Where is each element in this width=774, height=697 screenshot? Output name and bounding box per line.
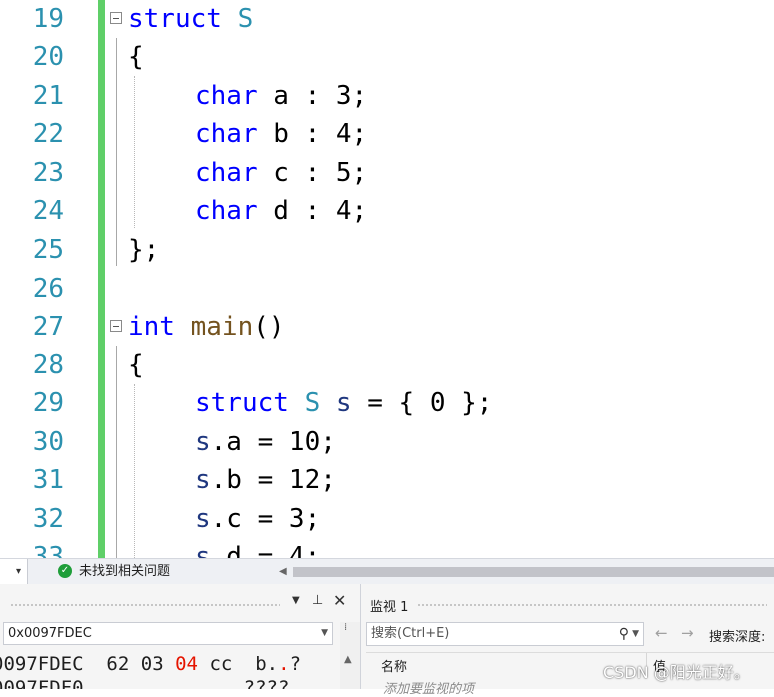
code-text: char a : 3; xyxy=(195,81,368,111)
scroll-left-arrow-icon[interactable]: ◀ xyxy=(279,559,287,584)
code-line[interactable]: 21 char a : 3; xyxy=(0,77,774,115)
code-line[interactable]: 22 char b : 4; xyxy=(0,115,774,153)
zoom-dropdown-arrow-icon[interactable]: ▾ xyxy=(0,559,28,584)
search-depth-label: 搜索深度: xyxy=(709,630,766,645)
line-number: 29 xyxy=(32,388,64,418)
line-number: 32 xyxy=(32,504,64,534)
code-text: char d : 4; xyxy=(195,196,368,226)
code-line[interactable]: 26 xyxy=(0,270,774,308)
code-text: s.c = 3; xyxy=(195,504,321,534)
search-icon[interactable]: ⚲ xyxy=(619,623,629,645)
code-line[interactable]: 30 s.a = 10; xyxy=(0,423,774,461)
title-grip[interactable] xyxy=(10,603,280,607)
code-line[interactable]: 31 s.b = 12; xyxy=(0,461,774,499)
code-text: }; xyxy=(128,235,160,265)
window-menu-arrow-icon[interactable]: ▼ xyxy=(292,595,300,606)
code-line[interactable]: 33 s.d = 4; xyxy=(0,538,774,558)
arrow-right-icon[interactable]: → xyxy=(681,624,694,642)
editor-status-strip: ▾ ✓ 未找到相关问题 ◀ xyxy=(0,558,774,584)
code-line[interactable]: 24 char d : 4; xyxy=(0,192,774,230)
line-number: 30 xyxy=(32,427,64,457)
code-text: char c : 5; xyxy=(195,158,368,188)
close-icon[interactable]: ✕ xyxy=(333,591,346,610)
code-text: { xyxy=(128,42,144,72)
collapse-icon[interactable] xyxy=(110,320,122,332)
code-text: s.b = 12; xyxy=(195,465,336,495)
line-number: 22 xyxy=(32,119,64,149)
collapse-icon[interactable] xyxy=(110,12,122,24)
code-line[interactable]: 28 { xyxy=(0,346,774,384)
line-number: 26 xyxy=(32,274,64,304)
memory-row-address: 0097FDEC xyxy=(0,653,84,675)
code-line[interactable]: 25 }; xyxy=(0,231,774,269)
code-text: s.d = 4; xyxy=(195,542,321,558)
title-grip[interactable] xyxy=(417,603,767,607)
line-number: 24 xyxy=(32,196,64,226)
code-text: { xyxy=(128,350,144,380)
memory-ascii: ? xyxy=(289,653,302,675)
code-text: int main() xyxy=(128,312,285,342)
memory-ascii: b. xyxy=(255,653,279,675)
memory-window: ▼ ⊥ ✕ 0x0097FDEC ▼ 0097FDEC 62 03 04 cc … xyxy=(0,584,360,689)
memory-ascii-changed: . xyxy=(278,653,290,675)
add-watch-item[interactable]: 添加要监视的项 xyxy=(383,678,474,697)
pin-icon[interactable]: ⊥ xyxy=(312,593,323,608)
memory-address-input[interactable]: 0x0097FDEC ▼ xyxy=(3,622,333,645)
code-text: char b : 4; xyxy=(195,119,368,149)
watch-window-title[interactable]: 监视 1 xyxy=(370,596,408,615)
code-line[interactable]: 19 struct S xyxy=(0,0,774,38)
check-circle-icon: ✓ xyxy=(58,564,72,578)
line-number: 20 xyxy=(32,42,64,72)
line-number: 31 xyxy=(32,465,64,495)
memory-row[interactable]: 0097FDF0 ???? xyxy=(0,678,332,689)
line-number: 25 xyxy=(32,235,64,265)
code-text: struct S xyxy=(128,4,254,34)
code-line[interactable]: 20 { xyxy=(0,38,774,76)
chevron-down-icon[interactable]: ▼ xyxy=(321,623,328,644)
memory-byte-changed[interactable]: 04 xyxy=(175,653,198,675)
memory-row[interactable]: 0097FDEC 62 03 04 cc b..? xyxy=(0,650,332,678)
code-line[interactable]: 32 s.c = 3; xyxy=(0,500,774,538)
issues-status-text[interactable]: 未找到相关问题 xyxy=(79,559,170,584)
line-number: 33 xyxy=(32,542,64,558)
line-number: 19 xyxy=(32,4,64,34)
chevron-down-icon[interactable]: ▼ xyxy=(632,623,639,645)
line-number: 28 xyxy=(32,350,64,380)
line-number: 23 xyxy=(32,158,64,188)
line-number: 21 xyxy=(32,81,64,111)
column-header-name[interactable]: 名称 xyxy=(381,656,407,675)
memory-byte[interactable]: 62 xyxy=(106,653,129,675)
scroll-up-arrow-icon[interactable]: ▲ xyxy=(344,654,352,665)
memory-byte[interactable]: cc xyxy=(209,653,232,675)
horizontal-scrollbar-thumb[interactable] xyxy=(293,567,774,577)
code-text: struct S s = { 0 }; xyxy=(195,388,493,418)
scroll-up-arrow-icon[interactable]: ⁞ xyxy=(344,622,347,633)
arrow-left-icon[interactable]: ← xyxy=(655,624,668,642)
code-line[interactable]: 27 int main() xyxy=(0,308,774,346)
line-number: 27 xyxy=(32,312,64,342)
vertical-scrollbar[interactable]: ⁞ ▲ xyxy=(340,622,360,689)
watch-search-input[interactable]: 搜索(Ctrl+E) ⚲ ▼ xyxy=(366,622,644,646)
code-line[interactable]: 23 char c : 5; xyxy=(0,154,774,192)
watermark: CSDN @阳光正好。 xyxy=(603,663,750,682)
code-text: s.a = 10; xyxy=(195,427,336,457)
code-line[interactable]: 29 struct S s = { 0 }; xyxy=(0,384,774,422)
code-editor[interactable]: 19 struct S 20 { 21 char a : 3; 22 char … xyxy=(0,0,774,558)
memory-byte[interactable]: 03 xyxy=(141,653,164,675)
